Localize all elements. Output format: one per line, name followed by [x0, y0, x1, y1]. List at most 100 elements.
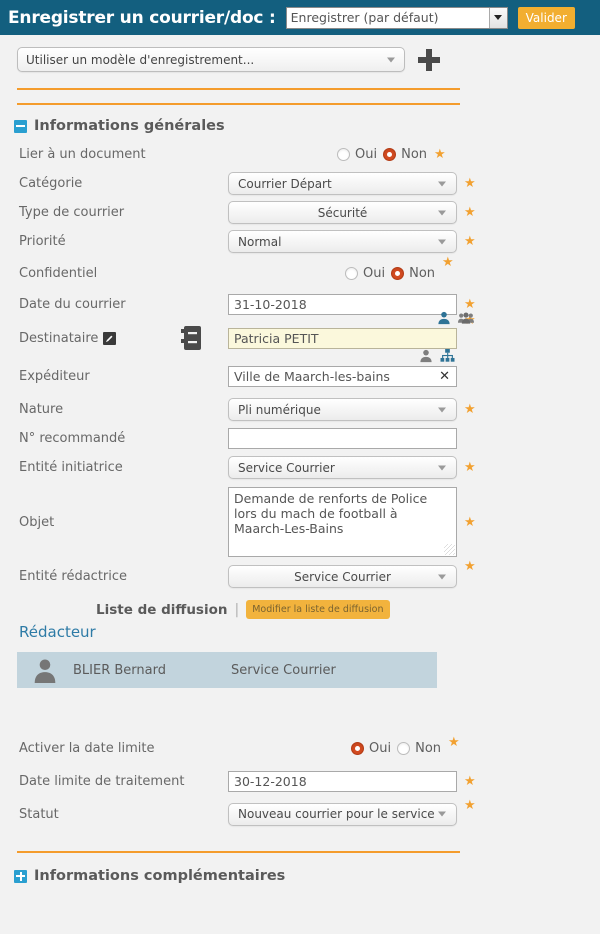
registration-model-select[interactable]: Utiliser un modèle d'enregistrement...: [17, 47, 405, 72]
chevron-down-icon: [438, 465, 446, 470]
sender-input[interactable]: Ville de Maarch-les-bains ✕: [228, 365, 457, 387]
writing-entity-value: Service Courrier: [294, 569, 391, 584]
nature-select[interactable]: Pli numérique: [228, 398, 457, 421]
diffusion-separator: |: [234, 601, 240, 618]
form-row-priority: Priorité Normal ★: [0, 227, 600, 256]
deadline-date-input[interactable]: 30-12-2018: [228, 770, 457, 792]
radio-enable-deadline-oui[interactable]: Oui: [351, 741, 391, 756]
form-row-registered-number: N° recommandé: [0, 424, 600, 453]
resize-handle-icon[interactable]: [444, 544, 455, 555]
label-priority: Priorité: [19, 234, 66, 249]
radio-label-non: Non: [415, 741, 442, 756]
radio-group-enable-deadline: Oui Non: [351, 741, 441, 756]
form-row-confidential: Confidentiel Oui Non ★: [0, 256, 600, 290]
radio-confidential-oui[interactable]: Oui: [345, 266, 385, 281]
mail-date-value: 31-10-2018: [234, 297, 307, 312]
label-sender: Expéditeur: [19, 368, 90, 384]
recipient-value: Patricia PETIT: [234, 330, 319, 346]
label-category: Catégorie: [19, 176, 83, 191]
form-row-deadline-date: Date limite de traitement 30-12-2018 ★: [0, 763, 600, 799]
redacteur-section-title: Rédacteur: [19, 623, 96, 641]
app-header: Enregistrer un courrier/doc : Enregistre…: [0, 0, 600, 35]
required-star-icon: ★: [464, 797, 476, 813]
status-select[interactable]: Nouveau courrier pour le service: [228, 802, 457, 826]
close-icon[interactable]: ✕: [439, 370, 450, 383]
modify-diffusion-list-button[interactable]: Modifier la liste de diffusion: [246, 600, 390, 619]
mail-type-select[interactable]: Sécurité: [228, 201, 457, 224]
subject-value: Demande de renforts de Police lors du ma…: [234, 491, 428, 536]
label-writing-entity: Entité rédactrice: [19, 569, 128, 584]
required-star-icon: ★: [464, 402, 476, 417]
radio-link-document-oui[interactable]: Oui: [337, 147, 377, 162]
required-star-icon: ★: [434, 147, 446, 162]
mail-date-input[interactable]: 31-10-2018: [228, 294, 457, 315]
plus-icon[interactable]: [417, 48, 441, 72]
user-icon[interactable]: [437, 311, 451, 325]
template-bar: Utiliser un modèle d'enregistrement...: [0, 35, 600, 72]
required-star-icon: ★: [464, 297, 476, 312]
user-icon[interactable]: [419, 349, 433, 363]
collapse-toggle-icon[interactable]: [14, 119, 27, 133]
deadline-date-value: 30-12-2018: [234, 773, 307, 789]
divider-top-1: [17, 88, 460, 90]
pencil-icon[interactable]: [103, 331, 117, 345]
priority-select[interactable]: Normal: [228, 230, 457, 253]
initiating-entity-value: Service Courrier: [238, 460, 335, 475]
divider-bottom: [17, 851, 460, 853]
form-page: Utiliser un modèle d'enregistrement... I…: [0, 35, 600, 884]
registered-number-input[interactable]: [228, 428, 457, 449]
required-star-icon: ★: [464, 460, 476, 475]
radio-group-confidential: Oui Non: [345, 266, 435, 281]
address-book-icon[interactable]: [181, 325, 201, 354]
form-row-enable-deadline: Activer la date limite Oui Non ★: [0, 734, 600, 763]
user-avatar-icon: [17, 658, 73, 683]
header-action-select[interactable]: Enregistrer (par défaut): [285, 6, 508, 29]
section-header-informations-complementaires[interactable]: Informations complémentaires: [14, 868, 600, 884]
form-row-initiating-entity: Entité initiatrice Service Courrier ★: [0, 453, 600, 482]
required-star-icon: ★: [464, 514, 476, 530]
required-star-icon: ★: [464, 205, 476, 220]
label-status: Statut: [19, 806, 59, 822]
form-row-mail-date: Date du courrier 31-10-2018 ★: [0, 290, 600, 319]
user-glyph: [438, 311, 450, 324]
expand-toggle-icon[interactable]: [14, 869, 27, 883]
radio-label-oui: Oui: [363, 265, 386, 281]
label-mail-date: Date du courrier: [19, 297, 126, 312]
label-link-document: Lier à un document: [19, 147, 146, 162]
divider-top-2: [17, 103, 460, 105]
form-row-mail-type: Type de courrier Sécurité ★: [0, 198, 600, 227]
form-row-subject: Objet Demande de renforts de Police lors…: [0, 482, 600, 562]
radio-label-non: Non: [409, 265, 436, 281]
form-row-link-document: Lier à un document Oui Non ★: [0, 140, 600, 169]
validate-button[interactable]: Valider: [517, 6, 575, 29]
writing-entity-select[interactable]: Service Courrier: [228, 565, 457, 588]
radio-link-document-non[interactable]: Non: [383, 147, 427, 162]
section-header-informations-generales[interactable]: Informations générales: [14, 118, 600, 134]
radio-dot-icon: [337, 148, 350, 161]
category-select[interactable]: Courrier Départ: [228, 172, 457, 195]
initiating-entity-select[interactable]: Service Courrier: [228, 456, 457, 479]
radio-label-oui: Oui: [369, 741, 392, 756]
radio-dot-selected-icon: [383, 148, 397, 161]
radio-group-link-document: Oui Non: [337, 147, 427, 162]
pencil-glyph: [106, 335, 113, 342]
required-star-icon: ★: [464, 773, 476, 789]
organization-icon[interactable]: [440, 348, 455, 363]
nature-value: Pli numérique: [238, 402, 321, 417]
chevron-down-icon: [438, 407, 446, 412]
required-star-icon: ★: [442, 254, 454, 270]
subject-textarea[interactable]: Demande de renforts de Police lors du ma…: [228, 487, 457, 557]
label-confidential: Confidentiel: [19, 265, 98, 281]
recipient-input[interactable]: Patricia PETIT: [228, 327, 457, 349]
radio-dot-icon: [397, 742, 411, 755]
radio-label-non: Non: [401, 147, 428, 162]
redacteur-card[interactable]: BLIER Bernard Service Courrier: [17, 652, 437, 688]
diffusion-list-row: Liste de diffusion | Modifier la liste d…: [96, 600, 600, 619]
group-icon[interactable]: [457, 311, 474, 325]
redacteur-name: BLIER Bernard: [73, 662, 166, 678]
required-star-icon: ★: [464, 176, 476, 191]
radio-confidential-non[interactable]: Non: [391, 266, 435, 281]
radio-enable-deadline-non[interactable]: Non: [397, 741, 441, 756]
redacteur-entity: Service Courrier: [231, 662, 336, 678]
